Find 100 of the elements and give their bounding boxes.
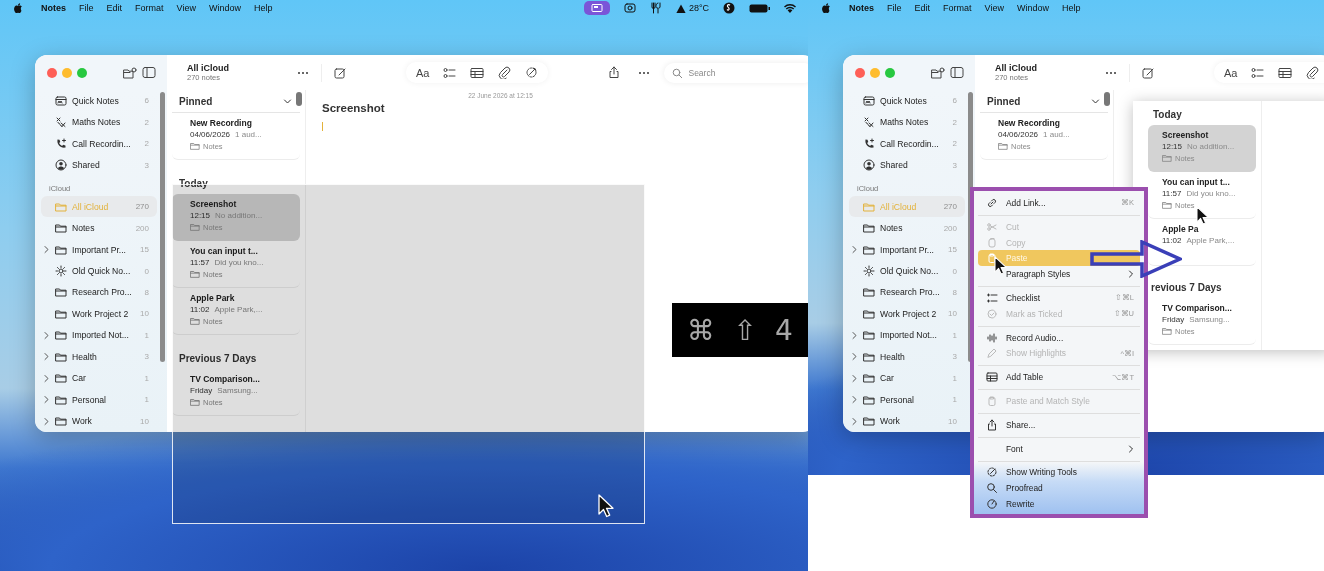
table-icon[interactable] xyxy=(470,66,485,79)
sidebar-item[interactable]: Work 10 xyxy=(41,410,157,432)
folder-icon xyxy=(863,393,875,406)
note-heading: Screenshot xyxy=(322,102,386,114)
menu-item[interactable]: Format xyxy=(135,3,164,13)
folder-icon xyxy=(863,372,875,385)
sidebar-item[interactable]: Maths Notes 2 xyxy=(41,111,157,133)
sidebar-item[interactable]: Call Recordin... 2 xyxy=(41,132,157,155)
sidebar-item[interactable]: Quick Notes 6 xyxy=(849,90,965,112)
folder-icon xyxy=(55,222,67,235)
sidebar-item[interactable]: Car 1 xyxy=(41,367,157,390)
paperclip-icon[interactable] xyxy=(498,66,512,79)
sidebar-item[interactable]: Call Recordin... 2 xyxy=(849,132,965,155)
sidebar-item[interactable]: Work Project 2 10 xyxy=(41,303,157,325)
menu-item[interactable]: Proofread xyxy=(978,480,1140,497)
sidebar-item[interactable]: Personal 1 xyxy=(41,389,157,411)
menu-item[interactable]: Font xyxy=(978,436,1140,457)
sidebar-item[interactable]: Research Pro... 8 xyxy=(41,281,157,304)
camera-icon[interactable] xyxy=(623,2,636,14)
battery-icon[interactable] xyxy=(749,3,770,13)
menu-item[interactable]: Share... xyxy=(978,412,1140,433)
menu-item[interactable]: Help xyxy=(1061,3,1081,13)
close-button[interactable] xyxy=(855,67,865,78)
menu-item[interactable]: Record Audio... xyxy=(978,325,1140,346)
menu-item[interactable]: Window xyxy=(1016,3,1049,13)
new-folder-icon[interactable] xyxy=(123,66,137,79)
sidebar-item[interactable]: Car 1 xyxy=(849,367,965,390)
app-menu[interactable]: Notes xyxy=(849,3,874,13)
section-header: revious 7 Days xyxy=(1150,281,1223,295)
app-menu[interactable]: Notes xyxy=(41,3,66,13)
menu-item[interactable]: Show Writing Tools xyxy=(978,460,1140,481)
writing-tools-icon[interactable] xyxy=(525,66,539,79)
compose-icon[interactable] xyxy=(334,66,346,79)
sidebar-toggle-icon[interactable] xyxy=(950,66,964,79)
temperature-text[interactable]: 28°C xyxy=(688,3,709,13)
menu-item[interactable]: View xyxy=(176,3,196,13)
format-button[interactable]: Aa xyxy=(1224,66,1238,79)
scrollbar[interactable] xyxy=(296,92,302,106)
sidebar-item[interactable]: Work 10 xyxy=(849,410,965,432)
table-icon[interactable] xyxy=(1278,66,1293,79)
menu-item[interactable]: Help xyxy=(253,3,273,13)
sidebar-item[interactable]: Important Pr... 15 xyxy=(849,238,965,261)
writing-tools-icon xyxy=(986,466,998,479)
apple-logo-icon[interactable] xyxy=(821,2,831,14)
folder-icon xyxy=(55,372,67,385)
sidebar-item[interactable]: Work Project 2 10 xyxy=(849,303,965,325)
chevron-down-icon[interactable] xyxy=(1091,98,1100,105)
screen-recording-icon[interactable] xyxy=(583,1,610,15)
sidebar-item[interactable]: Quick Notes 6 xyxy=(41,90,157,112)
more-icon[interactable] xyxy=(1105,70,1117,75)
folder-icon xyxy=(863,350,875,363)
menu-item[interactable]: Edit xyxy=(914,3,931,13)
scrollbar[interactable] xyxy=(1104,92,1110,106)
compose-icon[interactable] xyxy=(1142,66,1154,79)
calls-icon xyxy=(863,137,875,150)
sidebar-item[interactable]: Health 3 xyxy=(849,346,965,368)
checklist-icon[interactable] xyxy=(1251,66,1265,79)
sidebar-item[interactable]: Maths Notes 2 xyxy=(849,111,965,133)
sidebar-item[interactable]: Shared 3 xyxy=(849,154,965,176)
section-header[interactable]: Previous 7 Days xyxy=(167,347,305,369)
tools-icon[interactable] xyxy=(649,2,662,14)
menu-item[interactable]: Format xyxy=(943,3,972,13)
menu-item[interactable]: File xyxy=(887,3,902,13)
sidebar-item[interactable]: Imported Not... 1 xyxy=(41,324,157,347)
section-header[interactable]: Today xyxy=(167,172,305,194)
cursor-icon xyxy=(994,256,1008,276)
music-recognition-icon[interactable] xyxy=(723,2,735,14)
menu-item[interactable]: File xyxy=(79,3,94,13)
note-time: 11:02 xyxy=(1162,236,1182,245)
share-icon[interactable] xyxy=(608,66,621,79)
paperclip-icon[interactable] xyxy=(1306,66,1320,79)
checklist-icon[interactable] xyxy=(443,66,457,79)
search-field[interactable]: Search xyxy=(664,62,808,83)
new-folder-icon[interactable] xyxy=(931,66,945,79)
sidebar-item[interactable]: Research Pro... 8 xyxy=(849,281,965,304)
sidebar-item[interactable]: Imported Not... 1 xyxy=(849,324,965,347)
item-count: 6 xyxy=(952,96,957,106)
more-icon[interactable] xyxy=(638,70,651,75)
sidebar-item[interactable]: Notes 200 xyxy=(41,217,157,239)
menu-item[interactable]: View xyxy=(984,3,1004,13)
menu-item[interactable]: Window xyxy=(208,3,241,13)
menu-item[interactable]: Paragraph Styles xyxy=(978,266,1140,283)
wifi-icon[interactable] xyxy=(784,3,796,13)
more-icon[interactable] xyxy=(297,70,309,75)
folder-icon xyxy=(55,243,67,256)
sidebar-item[interactable]: Notes 200 xyxy=(849,217,965,239)
format-button[interactable]: Aa xyxy=(416,66,430,79)
close-button[interactable] xyxy=(47,67,57,78)
note-preview: Apple Park,... xyxy=(214,305,263,314)
menu-item[interactable]: Edit xyxy=(106,3,123,13)
sidebar-toggle-icon[interactable] xyxy=(142,66,156,79)
sidebar-item[interactable]: Personal 1 xyxy=(849,389,965,411)
apple-logo-icon[interactable] xyxy=(13,2,23,14)
chevron-down-icon[interactable] xyxy=(283,98,292,105)
sidebar-item[interactable]: Health 3 xyxy=(41,346,157,368)
scrollbar[interactable] xyxy=(160,92,165,362)
menu-item[interactable]: Rewrite xyxy=(978,496,1140,512)
rewrite-icon xyxy=(986,498,998,511)
sidebar-item[interactable]: Important Pr... 15 xyxy=(41,238,157,261)
sidebar-item[interactable]: Shared 3 xyxy=(41,154,157,176)
